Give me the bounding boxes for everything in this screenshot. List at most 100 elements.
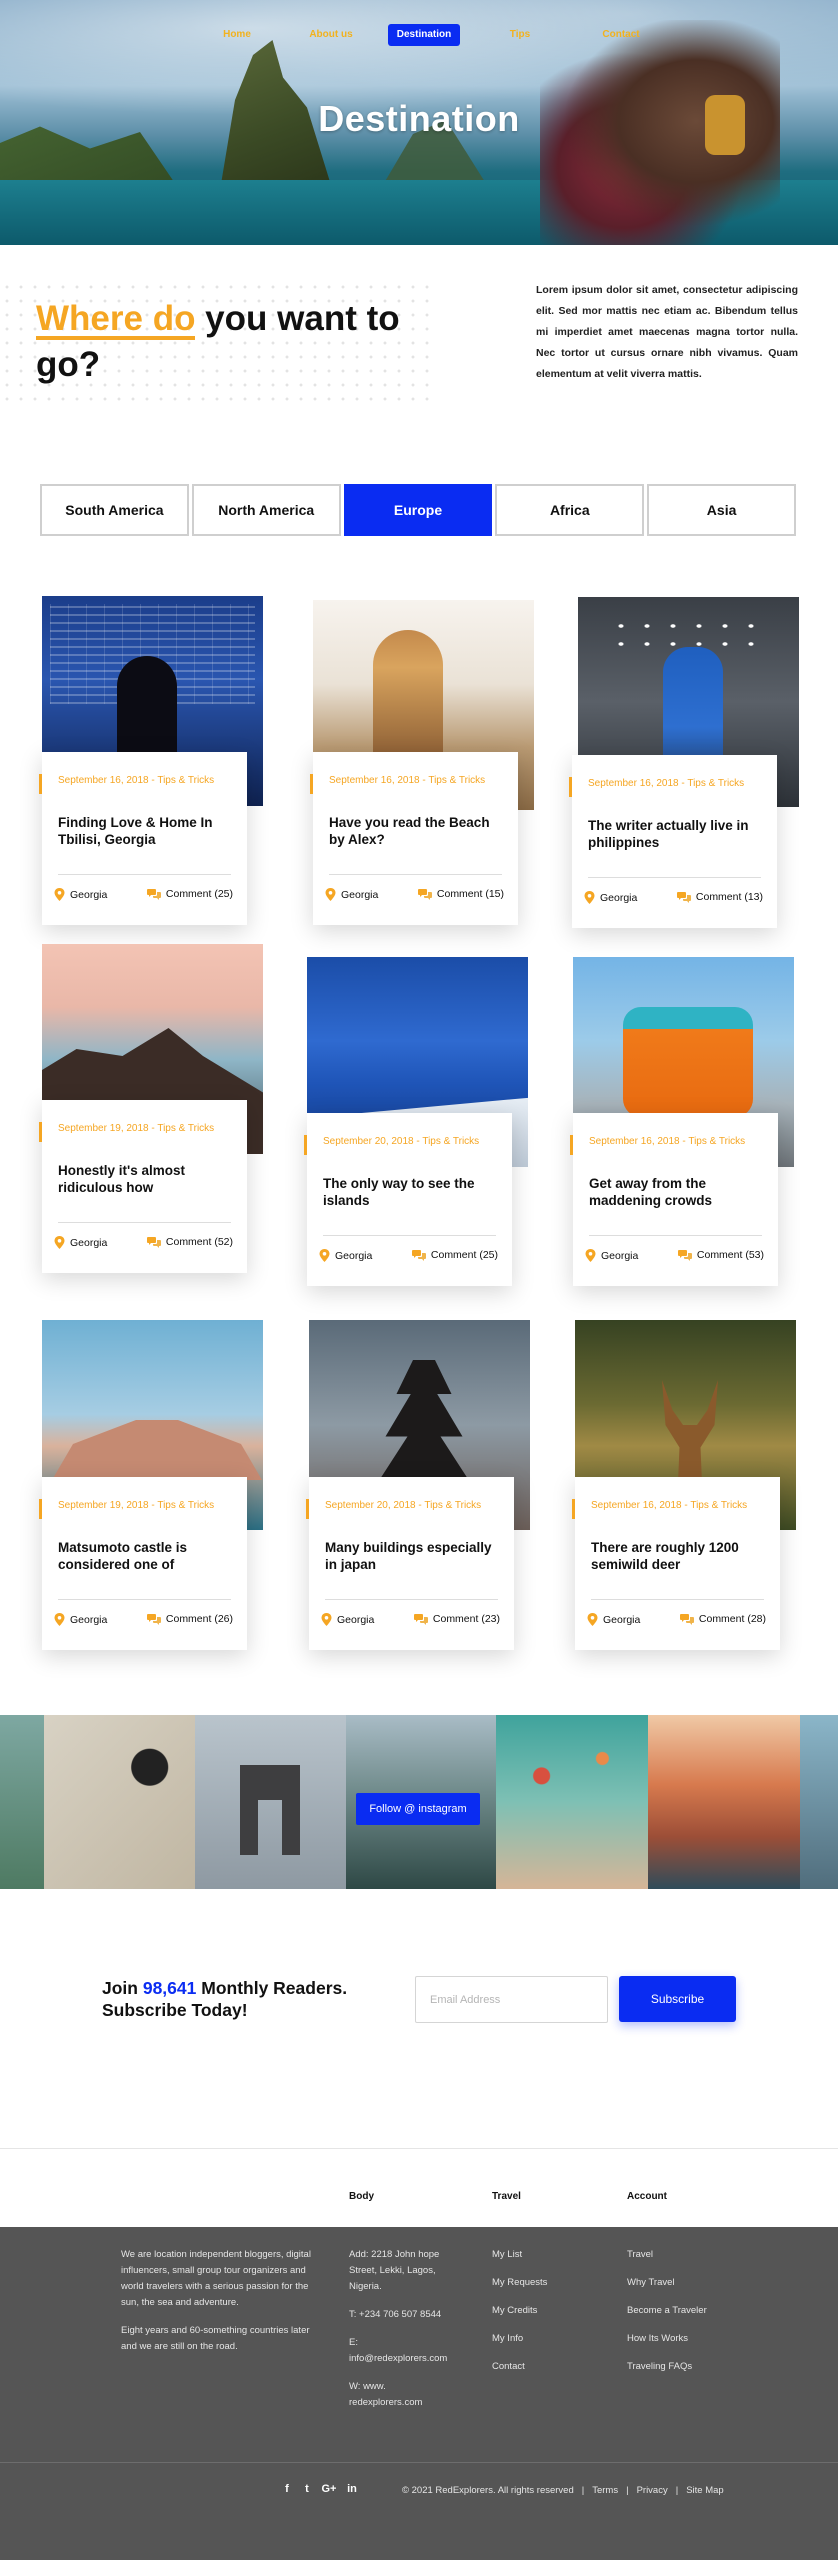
footer-email[interactable]: E: info@redexplorers.com xyxy=(349,2335,449,2367)
nav-tips[interactable]: Tips xyxy=(502,24,538,46)
footer-travel-list: My List My Requests My Credits My Info C… xyxy=(492,2247,602,2387)
twitter-icon[interactable]: t xyxy=(301,2483,313,2495)
footer-link[interactable]: My Requests xyxy=(492,2275,602,2291)
tab-south-america[interactable]: South America xyxy=(40,484,189,536)
footer-about-text: Eight years and 60-something countries l… xyxy=(121,2325,310,2352)
article-card[interactable]: September 19, 2018 - Tips & Tricks Matsum… xyxy=(39,1477,247,1650)
article-card[interactable]: September 20, 2018 - Tips & Tricks The on… xyxy=(304,1113,512,1286)
footer-link[interactable]: My List xyxy=(492,2247,602,2263)
card-title[interactable]: Have you read the Beach by Alex? xyxy=(329,814,504,848)
footer-link[interactable]: Contact xyxy=(492,2359,602,2375)
card-title[interactable]: The only way to see the islands xyxy=(323,1175,498,1209)
card-title[interactable]: There are roughly 1200 semiwild deer xyxy=(591,1539,766,1573)
facebook-icon[interactable]: f xyxy=(281,2483,293,2495)
gallery-photo[interactable] xyxy=(195,1715,346,1889)
card-location[interactable]: Georgia xyxy=(325,888,378,901)
nav-about[interactable]: About us xyxy=(304,24,358,46)
gallery-photo[interactable] xyxy=(0,1715,44,1889)
linkedin-icon[interactable]: in xyxy=(345,2483,359,2495)
card-comments[interactable]: Comment (52) xyxy=(146,1236,233,1248)
footer-heading-body: Body xyxy=(349,2191,374,2202)
footer-account-list: Travel Why Travel Become a Traveler How … xyxy=(627,2247,747,2387)
footer-link[interactable]: Traveling FAQs xyxy=(627,2359,747,2375)
email-field[interactable] xyxy=(415,1976,608,2023)
card-location[interactable]: Georgia xyxy=(584,891,637,904)
card-title[interactable]: Honestly it's almost ridiculous how xyxy=(58,1162,233,1196)
accent-bar xyxy=(572,1499,575,1519)
hero-banner: Home About us Destination Tips Contact D… xyxy=(0,0,838,245)
footer-link[interactable]: My Credits xyxy=(492,2303,602,2319)
footer-link[interactable]: How Its Works xyxy=(627,2331,747,2347)
reader-count: 98,641 xyxy=(142,1978,197,1998)
separator: | xyxy=(675,2485,679,2496)
card-location-label: Georgia xyxy=(70,1236,108,1249)
card-location[interactable]: Georgia xyxy=(321,1613,374,1626)
gallery-photo[interactable] xyxy=(648,1715,800,1889)
article-card[interactable]: September 19, 2018 - Tips & Tricks Honest… xyxy=(39,1100,247,1273)
article-card[interactable]: September 16, 2018 - Tips & Tricks The wr… xyxy=(569,755,777,928)
sitemap-link[interactable]: Site Map xyxy=(686,2485,724,2496)
card-title[interactable]: Matsumoto castle is considered one of xyxy=(58,1539,233,1573)
footer-website[interactable]: W: www. redexplorers.com xyxy=(349,2379,449,2411)
accent-bar xyxy=(570,1135,573,1155)
nav-contact[interactable]: Contact xyxy=(598,24,644,46)
card-location[interactable]: Georgia xyxy=(585,1249,638,1262)
article-card[interactable]: September 16, 2018 - Tips & Tricks There … xyxy=(572,1477,780,1650)
card-comments-label: Comment (52) xyxy=(165,1236,233,1248)
intro-heading-accent: Where do xyxy=(36,299,196,338)
tab-europe[interactable]: Europe xyxy=(343,484,493,536)
card-location[interactable]: Georgia xyxy=(54,1236,107,1249)
card-location[interactable]: Georgia xyxy=(587,1613,640,1626)
card-location[interactable]: Georgia xyxy=(54,1613,107,1626)
nav-destination[interactable]: Destination xyxy=(388,24,460,46)
footer-link[interactable]: Why Travel xyxy=(627,2275,747,2291)
privacy-link[interactable]: Privacy xyxy=(637,2485,668,2496)
gallery-photo[interactable] xyxy=(800,1715,838,1889)
footer-link[interactable]: My Info xyxy=(492,2331,602,2347)
card-comments[interactable]: Comment (28) xyxy=(679,1613,766,1625)
article-card[interactable]: September 20, 2018 - Tips & Tricks Many b… xyxy=(306,1477,514,1650)
card-title[interactable]: Get away from the maddening crowds xyxy=(589,1175,764,1209)
nav-home[interactable]: Home xyxy=(213,24,261,46)
page-title: Destination xyxy=(318,98,520,139)
footer-divider xyxy=(0,2148,838,2149)
subscribe-heading: Join 98,641 Monthly Readers. Subscribe T… xyxy=(102,1977,382,2021)
card-comments[interactable]: Comment (53) xyxy=(677,1249,764,1261)
gallery-photo[interactable] xyxy=(44,1715,195,1889)
card-title[interactable]: The writer actually live in philippines xyxy=(588,817,763,851)
footer-link[interactable]: Travel xyxy=(627,2247,747,2263)
card-comments[interactable]: Comment (25) xyxy=(146,888,233,900)
subscribe-button[interactable]: Subscribe xyxy=(619,1976,736,2022)
article-card[interactable]: September 16, 2018 - Tips & Tricks Have y… xyxy=(310,752,518,925)
terms-link[interactable]: Terms xyxy=(592,2485,618,2496)
card-meta: Georgia Comment (23) xyxy=(321,1613,500,1631)
card-comments[interactable]: Comment (26) xyxy=(146,1613,233,1625)
card-date: September 16, 2018 - Tips & Tricks xyxy=(591,1500,748,1511)
intro-heading: Where do you want to go? xyxy=(36,296,456,388)
google-plus-icon[interactable]: G+ xyxy=(321,2483,337,2495)
card-comments[interactable]: Comment (15) xyxy=(417,888,504,900)
card-title[interactable]: Finding Love & Home In Tbilisi, Georgia xyxy=(58,814,233,848)
article-card[interactable]: September 16, 2018 - Tips & Tricks Findin… xyxy=(39,752,247,925)
card-meta: Georgia Comment (28) xyxy=(587,1613,766,1631)
comment-icon xyxy=(146,889,161,900)
card-comments[interactable]: Comment (25) xyxy=(411,1249,498,1261)
card-meta: Georgia Comment (15) xyxy=(325,888,504,906)
card-comments[interactable]: Comment (13) xyxy=(676,891,763,903)
copyright-text: © 2021 RedExplorers. All rights reserved xyxy=(402,2485,574,2496)
footer-link[interactable]: Become a Traveler xyxy=(627,2303,747,2319)
footer-address: Add: 2218 John hope Street, Lekki, Lagos… xyxy=(349,2249,440,2292)
article-card[interactable]: September 16, 2018 - Tips & Tricks Get aw… xyxy=(570,1113,778,1286)
tab-north-america[interactable]: North America xyxy=(191,484,341,536)
card-location[interactable]: Georgia xyxy=(319,1249,372,1262)
tab-asia[interactable]: Asia xyxy=(647,484,796,536)
gallery-photo[interactable] xyxy=(496,1715,648,1889)
card-divider xyxy=(58,1599,231,1600)
card-comments[interactable]: Comment (23) xyxy=(413,1613,500,1625)
card-location-label: Georgia xyxy=(335,1249,373,1262)
card-location[interactable]: Georgia xyxy=(54,888,107,901)
location-pin-icon xyxy=(54,1236,65,1249)
card-title[interactable]: Many buildings especially in japan xyxy=(325,1539,500,1573)
follow-instagram-button[interactable]: Follow @ instagram xyxy=(356,1793,480,1825)
tab-africa[interactable]: Africa xyxy=(495,484,645,536)
